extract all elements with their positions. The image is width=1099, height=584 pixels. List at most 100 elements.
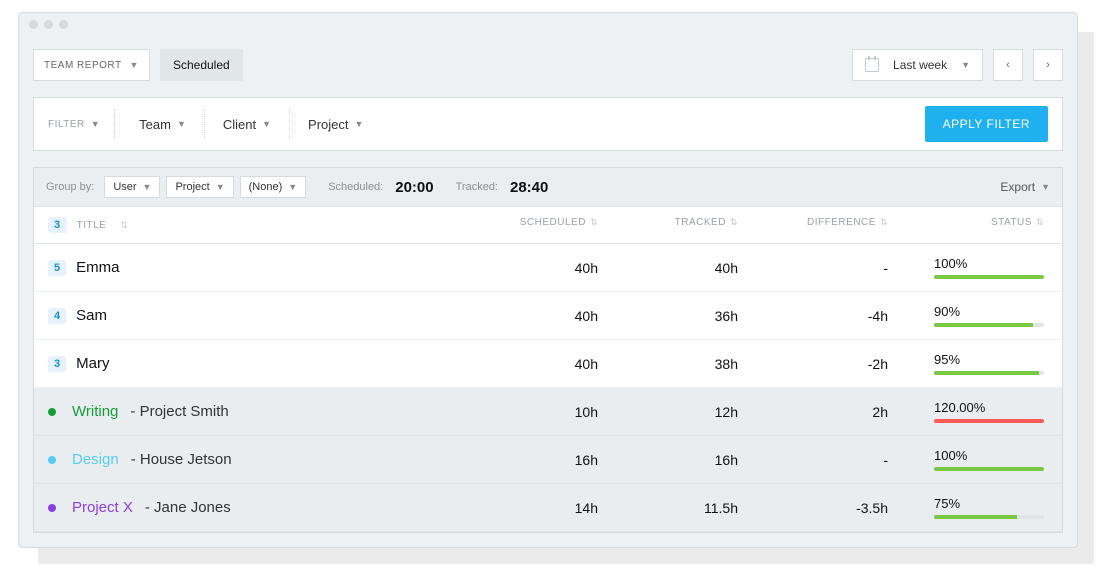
status-cell: 100% — [934, 448, 1044, 471]
app-window: TEAM REPORT ▼ Scheduled Last week ▼ ‹ › … — [18, 12, 1078, 548]
sort-icon: ⇅ — [120, 220, 128, 231]
project-name: Project X — [72, 499, 133, 516]
project-client: - House Jetson — [131, 451, 232, 468]
filter-item-label: Client — [223, 117, 256, 132]
separator — [204, 109, 205, 139]
caret-down-icon: ▼ — [1041, 182, 1050, 192]
group-select[interactable]: (None) ▼ — [240, 176, 307, 198]
export-select[interactable]: Export ▼ — [1000, 180, 1050, 194]
group-select[interactable]: Project ▼ — [166, 176, 233, 198]
cell-tracked: 38h — [598, 356, 738, 372]
caret-down-icon: ▼ — [143, 182, 152, 192]
status-percent: 90% — [934, 304, 960, 319]
project-client: - Project Smith — [130, 403, 228, 420]
header-status[interactable]: STATUS — [991, 217, 1032, 228]
cell-difference: - — [738, 452, 888, 468]
sort-icon: ⇅ — [590, 217, 598, 227]
caret-down-icon: ▼ — [177, 119, 186, 129]
window-dot — [59, 20, 68, 29]
progress-bar — [934, 275, 1044, 279]
filter-label: FILTER — [48, 119, 85, 130]
group-select[interactable]: User ▼ — [104, 176, 160, 198]
filter-item-label: Project — [308, 117, 348, 132]
project-color-dot — [48, 504, 56, 512]
filter-item-label: Team — [139, 117, 171, 132]
table-row[interactable]: Design - House Jetson16h16h-100% — [34, 436, 1062, 484]
export-label: Export — [1000, 180, 1035, 194]
cell-difference: -2h — [738, 356, 888, 372]
status-cell: 90% — [934, 304, 1044, 327]
table-row[interactable]: Writing - Project Smith10h12h2h120.00% — [34, 388, 1062, 436]
progress-bar — [934, 323, 1044, 327]
apply-filter-label: APPLY FILTER — [943, 117, 1030, 131]
header-title[interactable]: TITLE — [77, 220, 107, 231]
project-color-dot — [48, 408, 56, 416]
calendar-icon — [865, 58, 879, 72]
cell-difference: -4h — [738, 308, 888, 324]
header-count-badge: 3 — [48, 217, 67, 233]
user-name: Sam — [76, 307, 107, 324]
scheduled-sum-value: 20:00 — [395, 179, 433, 196]
project-color-dot — [48, 456, 56, 464]
group-select-label: Project — [175, 181, 209, 193]
cell-tracked: 12h — [598, 404, 738, 420]
cell-tracked: 36h — [598, 308, 738, 324]
chevron-left-icon: ‹ — [1006, 59, 1010, 71]
caret-down-icon: ▼ — [961, 60, 970, 70]
filter-label-dropdown[interactable]: FILTER ▼ — [48, 119, 100, 130]
status-cell: 100% — [934, 256, 1044, 279]
table-row[interactable]: 3Mary40h38h-2h95% — [34, 340, 1062, 388]
project-client: - Jane Jones — [145, 499, 231, 516]
report-table: Group by: User ▼Project ▼(None) ▼ Schedu… — [33, 167, 1063, 533]
scheduled-sum-label: Scheduled: — [328, 181, 383, 193]
scheduled-button[interactable]: Scheduled — [160, 49, 243, 81]
column-headers: 3 TITLE⇅ SCHEDULED⇅ TRACKED⇅ DIFFERENCE⇅… — [34, 206, 1062, 244]
period-next-button[interactable]: › — [1033, 49, 1063, 81]
filter-project[interactable]: Project ▼ — [298, 109, 373, 139]
header-difference[interactable]: DIFFERENCE — [807, 217, 876, 228]
period-prev-button[interactable]: ‹ — [993, 49, 1023, 81]
group-select-label: (None) — [249, 181, 283, 193]
caret-down-icon: ▼ — [262, 119, 271, 129]
window-dot — [29, 20, 38, 29]
caret-down-icon: ▼ — [91, 119, 100, 129]
caret-down-icon: ▼ — [216, 182, 225, 192]
status-percent: 95% — [934, 352, 960, 367]
cell-difference: -3.5h — [738, 500, 888, 516]
header-tracked[interactable]: TRACKED — [675, 217, 726, 228]
apply-filter-button[interactable]: APPLY FILTER — [925, 106, 1048, 142]
progress-bar — [934, 515, 1044, 519]
period-label: Last week — [893, 58, 947, 72]
status-cell: 95% — [934, 352, 1044, 375]
period-select[interactable]: Last week ▼ — [852, 49, 983, 81]
cell-scheduled: 40h — [478, 308, 598, 324]
tracked-sum-value: 28:40 — [510, 179, 548, 196]
cell-scheduled: 40h — [478, 260, 598, 276]
cell-scheduled: 10h — [478, 404, 598, 420]
sort-icon: ⇅ — [880, 217, 888, 227]
filter-client[interactable]: Client ▼ — [213, 109, 281, 139]
caret-down-icon: ▼ — [288, 182, 297, 192]
status-cell: 75% — [934, 496, 1044, 519]
progress-bar — [934, 371, 1044, 375]
separator — [289, 109, 290, 139]
status-percent: 75% — [934, 496, 960, 511]
team-report-select[interactable]: TEAM REPORT ▼ — [33, 49, 150, 81]
project-name: Writing — [72, 403, 118, 420]
row-count-badge: 4 — [48, 308, 66, 324]
filter-team[interactable]: Team ▼ — [129, 109, 196, 139]
row-count-badge: 3 — [48, 356, 66, 372]
progress-bar — [934, 467, 1044, 471]
header-scheduled[interactable]: SCHEDULED — [520, 217, 586, 228]
row-count-badge: 5 — [48, 260, 66, 276]
table-row[interactable]: Project X - Jane Jones14h11.5h-3.5h75% — [34, 484, 1062, 532]
table-row[interactable]: 5Emma40h40h-100% — [34, 244, 1062, 292]
team-report-label: TEAM REPORT — [44, 60, 122, 71]
window-dot — [44, 20, 53, 29]
chevron-right-icon: › — [1046, 59, 1050, 71]
table-row[interactable]: 4 Sam 40h36h-4h 90% — [34, 292, 1062, 340]
group-by-label: Group by: — [46, 181, 94, 193]
cell-difference: 2h — [738, 404, 888, 420]
cell-difference: - — [738, 260, 888, 276]
cell-scheduled: 14h — [478, 500, 598, 516]
